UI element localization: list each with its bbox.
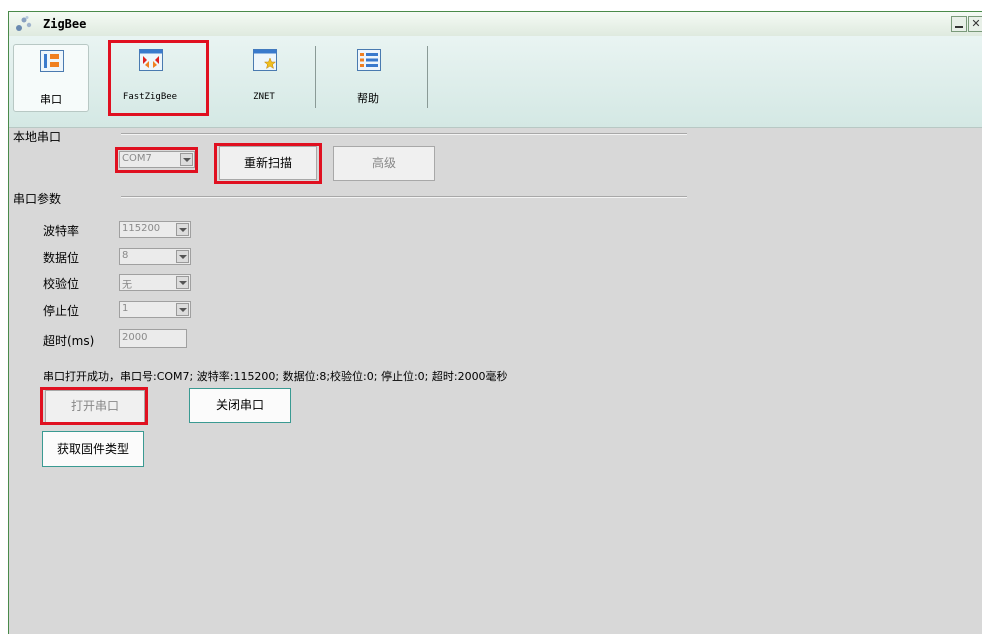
open-port-highlight-box xyxy=(40,387,148,425)
timeout-value: 2000 xyxy=(122,332,148,343)
baud-rate-label: 波特率 xyxy=(43,224,80,238)
chevron-down-icon[interactable] xyxy=(176,223,189,236)
rescan-highlight-box xyxy=(214,143,322,184)
chevron-down-icon[interactable] xyxy=(176,276,189,289)
chevron-down-icon[interactable] xyxy=(176,303,189,316)
data-bits-select[interactable]: 8 xyxy=(119,248,191,265)
parity-label: 校验位 xyxy=(43,277,80,291)
zigbee-app-icon xyxy=(16,16,32,31)
fastzigbee-highlight-box xyxy=(108,40,209,116)
toolbar-separator xyxy=(427,46,428,108)
status-message: 串口打开成功，串口号:COM7; 波特率:115200; 数据位:8;校验位:0… xyxy=(43,370,508,383)
get-firmware-type-button[interactable]: 获取固件类型 xyxy=(42,431,144,467)
chevron-down-icon[interactable] xyxy=(176,250,189,263)
stop-bits-label: 停止位 xyxy=(43,304,80,318)
local-port-section-label: 本地串口 xyxy=(13,130,62,144)
toolbar-serial-port-label: 串口 xyxy=(40,93,62,106)
window-title: ZigBee xyxy=(43,17,87,31)
timeout-label: 超时(ms) xyxy=(43,334,95,348)
timeout-input[interactable]: 2000 xyxy=(119,329,187,348)
close-port-button[interactable]: 关闭串口 xyxy=(189,388,291,423)
close-button[interactable]: ✕ xyxy=(968,16,982,32)
serial-port-icon xyxy=(40,50,64,72)
parity-value: 无 xyxy=(122,280,132,291)
stop-bits-select[interactable]: 1 xyxy=(119,301,191,318)
stop-bits-value: 1 xyxy=(122,303,129,314)
main-window: ZigBee ✕ 串口 FastZigBee ZNET 帮助 本地串口 COM7… xyxy=(8,11,982,634)
minimize-button[interactable] xyxy=(951,16,967,32)
toolbar-separator xyxy=(315,46,316,108)
toolbar-help-label: 帮助 xyxy=(357,92,379,105)
znet-icon xyxy=(253,49,277,71)
toolbar-serial-port[interactable]: 串口 xyxy=(13,44,89,112)
baud-rate-value: 115200 xyxy=(122,223,161,234)
baud-rate-select[interactable]: 115200 xyxy=(119,221,191,238)
parity-select[interactable]: 无 xyxy=(119,274,191,291)
port-select-highlight-box xyxy=(115,147,198,173)
section-divider xyxy=(121,133,687,135)
toolbar-znet-label: ZNET xyxy=(253,92,275,102)
toolbar-help[interactable]: 帮助 xyxy=(331,44,405,110)
section-divider xyxy=(121,196,687,198)
help-icon xyxy=(357,49,381,71)
advanced-button[interactable]: 高级 xyxy=(333,146,435,181)
toolbar-znet[interactable]: ZNET xyxy=(227,44,301,110)
params-section-label: 串口参数 xyxy=(13,192,62,206)
data-bits-label: 数据位 xyxy=(43,251,80,265)
title-bar: ZigBee ✕ xyxy=(9,12,982,36)
data-bits-value: 8 xyxy=(122,250,129,261)
